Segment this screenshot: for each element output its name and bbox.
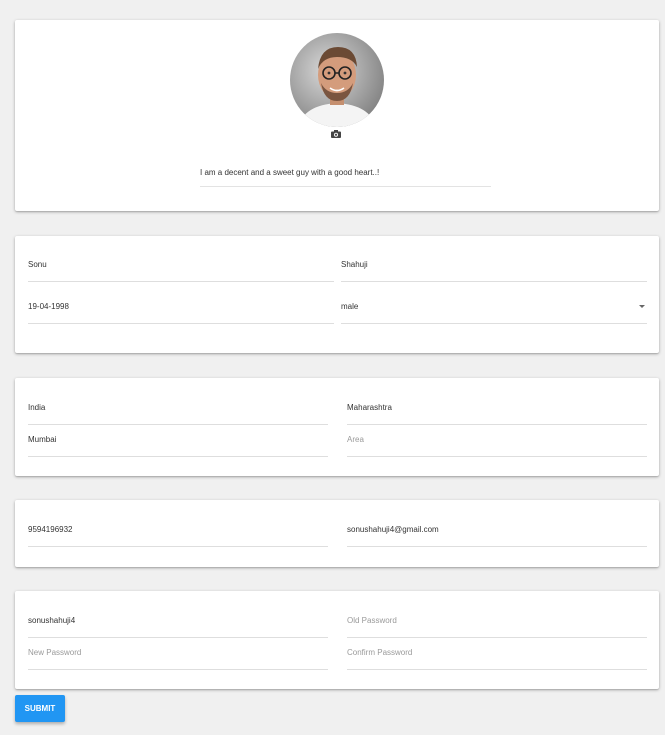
gender-select[interactable]: male: [341, 301, 647, 324]
first-name-field[interactable]: Sonu: [28, 259, 334, 282]
first-name-value: Sonu: [28, 260, 47, 269]
profile-avatar[interactable]: [290, 33, 384, 127]
last-name-value: Shahuji: [341, 260, 368, 269]
email-value: sonushahuji4@gmail.com: [347, 525, 439, 534]
old-password-placeholder: Old Password: [347, 616, 397, 625]
bio-field[interactable]: I am a decent and a sweet guy with a goo…: [200, 165, 491, 187]
new-password-field[interactable]: New Password: [28, 647, 328, 670]
gender-value: male: [341, 302, 359, 311]
country-field[interactable]: India: [28, 402, 328, 425]
last-name-field[interactable]: Shahuji: [341, 259, 647, 282]
area-placeholder: Area: [347, 435, 364, 444]
address-card: India Maharashtra Mumbai Area: [15, 378, 659, 476]
email-field[interactable]: sonushahuji4@gmail.com: [347, 524, 647, 547]
dropdown-arrow-icon[interactable]: [639, 305, 645, 308]
username-value: sonushahuji4: [28, 616, 76, 625]
bio-text: I am a decent and a sweet guy with a goo…: [200, 168, 380, 177]
city-field[interactable]: Mumbai: [28, 434, 328, 457]
username-field[interactable]: sonushahuji4: [28, 615, 328, 638]
confirm-password-placeholder: Confirm Password: [347, 648, 413, 657]
submit-button[interactable]: SUBMIT: [15, 695, 65, 722]
phone-value: 9594196932: [28, 525, 73, 534]
dob-field[interactable]: 19-04-1998: [28, 301, 334, 324]
state-field[interactable]: Maharashtra: [347, 402, 647, 425]
phone-field[interactable]: 9594196932: [28, 524, 328, 547]
confirm-password-field[interactable]: Confirm Password: [347, 647, 647, 670]
account-card: sonushahuji4 Old Password New Password C…: [15, 591, 659, 689]
city-value: Mumbai: [28, 435, 57, 444]
old-password-field[interactable]: Old Password: [347, 615, 647, 638]
contact-card: 9594196932 sonushahuji4@gmail.com: [15, 500, 659, 567]
camera-icon[interactable]: [331, 130, 341, 138]
avatar-image: [290, 33, 384, 127]
country-value: India: [28, 403, 46, 412]
personal-info-card: Sonu Shahuji 19-04-1998 male: [15, 236, 659, 353]
new-password-placeholder: New Password: [28, 648, 82, 657]
dob-value: 19-04-1998: [28, 302, 69, 311]
state-value: Maharashtra: [347, 403, 392, 412]
area-field[interactable]: Area: [347, 434, 647, 457]
profile-card: I am a decent and a sweet guy with a goo…: [15, 20, 659, 211]
